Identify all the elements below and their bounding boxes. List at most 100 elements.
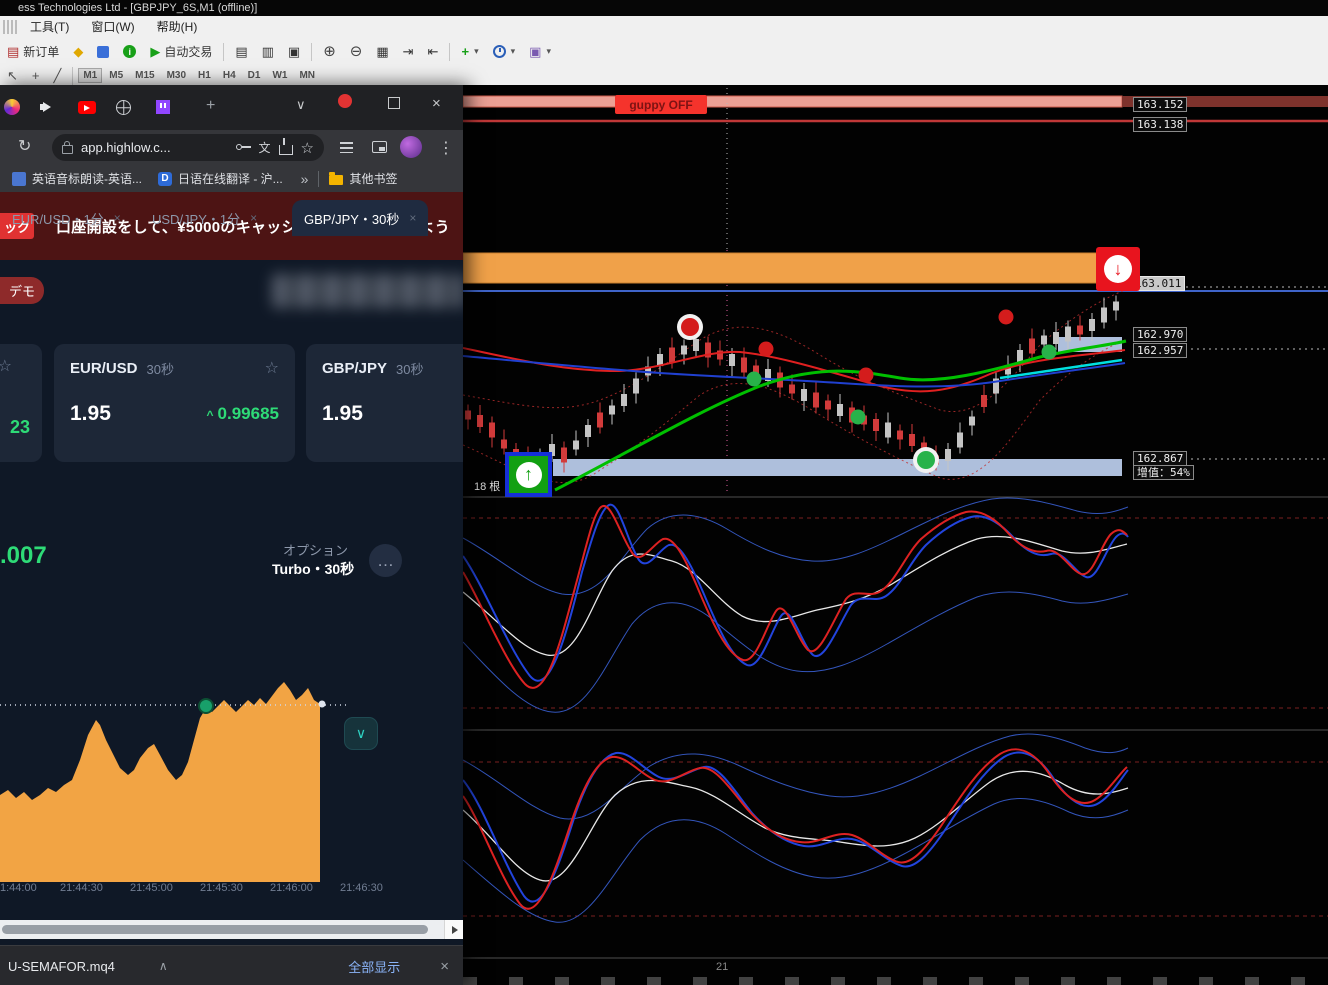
signal-button[interactable]: i bbox=[116, 40, 143, 64]
cascade-windows-button[interactable]: ▤ bbox=[228, 40, 254, 64]
scroll-down-button[interactable]: ∨ bbox=[344, 717, 378, 750]
timeframe-w1[interactable]: W1 bbox=[267, 68, 292, 83]
close-tab-icon[interactable]: × bbox=[114, 211, 121, 225]
profile-button[interactable] bbox=[400, 136, 422, 158]
timeframe-m30[interactable]: M30 bbox=[162, 68, 191, 83]
quote-value: 0.99685 bbox=[217, 404, 279, 423]
grid-button[interactable]: ▦ bbox=[369, 40, 395, 64]
bars-count-label: 18 根 bbox=[474, 481, 501, 493]
depth-button[interactable] bbox=[90, 40, 116, 64]
tab-twitch[interactable] bbox=[156, 100, 170, 114]
bookmark-star-icon[interactable]: ☆ bbox=[301, 139, 314, 157]
area-series bbox=[0, 682, 320, 882]
tab-website[interactable] bbox=[116, 100, 131, 115]
cursor-tool-button[interactable]: ↖ bbox=[0, 64, 25, 88]
tab-preview-button[interactable] bbox=[372, 141, 387, 153]
close-tab-icon[interactable]: × bbox=[409, 211, 416, 225]
close-tab-icon[interactable]: × bbox=[250, 211, 257, 225]
translate-icon[interactable]: 文 bbox=[259, 139, 271, 156]
timeframe-h4[interactable]: H4 bbox=[218, 68, 241, 83]
tab-preview-icon bbox=[372, 141, 387, 153]
menu-window[interactable]: 窗口(W) bbox=[80, 17, 145, 37]
clock-icon bbox=[492, 45, 506, 58]
bookmarks-overflow-button[interactable]: » bbox=[301, 171, 309, 187]
asset-card-eurusd[interactable]: EUR/USD 30秒 ☆ 1.95 ^ 0.99685 bbox=[54, 344, 295, 462]
scroll-right-button[interactable] bbox=[444, 920, 463, 939]
guppy-toggle-button[interactable]: guppy OFF bbox=[615, 95, 707, 114]
tab-label: USD/JPY・1分 bbox=[152, 211, 241, 227]
browser-menu-button[interactable]: ⋮ bbox=[438, 138, 454, 158]
bookmark-label: 英语音标朗读-英语... bbox=[32, 172, 142, 186]
templates-button[interactable]: ▣ ▾ bbox=[522, 40, 558, 64]
crosshair-tool-button[interactable]: + bbox=[25, 64, 47, 88]
buy-signal-marker: ↑ bbox=[505, 452, 552, 497]
position-tab-usdjpy[interactable]: USD/JPY・1分 × bbox=[140, 200, 269, 236]
favorite-star-icon[interactable]: ☆ bbox=[0, 356, 12, 376]
close-downloads-bar-button[interactable]: × bbox=[440, 958, 449, 975]
screen: ess Technologies Ltd - [GBPJPY_6S,M1 (of… bbox=[0, 0, 1328, 985]
window-caret-button[interactable]: ∨ bbox=[296, 97, 306, 113]
favorite-star-icon[interactable]: ☆ bbox=[265, 358, 279, 378]
time-label: 1:44:00 bbox=[0, 882, 37, 894]
notification-dot[interactable] bbox=[338, 94, 352, 108]
highlow-page: ック 口座開設をして、¥5000のキャッシュバックを獲得しよう デモ ☆ 23 … bbox=[0, 192, 463, 945]
zoom-in-button[interactable]: ⊕ bbox=[316, 40, 343, 64]
duration-label: 30秒 bbox=[146, 361, 174, 377]
scrollbar-thumb[interactable] bbox=[2, 925, 428, 934]
timeframe-d1[interactable]: D1 bbox=[243, 68, 266, 83]
mt4-window-title: ess Technologies Ltd - [GBPJPY_6S,M1 (of… bbox=[18, 2, 258, 14]
playlist-extension-button[interactable] bbox=[340, 142, 353, 153]
refresh-button[interactable]: ↻ bbox=[18, 136, 31, 156]
share-icon[interactable] bbox=[278, 138, 293, 155]
indicators-button[interactable]: + ▾ bbox=[454, 40, 485, 64]
menu-tools[interactable]: 工具(T) bbox=[19, 17, 80, 37]
other-bookmarks-label: 其他书签 bbox=[349, 172, 398, 186]
timeframe-m1[interactable]: M1 bbox=[78, 68, 103, 83]
menu-help[interactable]: 帮助(H) bbox=[146, 17, 209, 37]
globe-icon bbox=[116, 100, 131, 115]
address-bar[interactable]: app.highlow.c... 文 ☆ bbox=[52, 134, 324, 161]
resistance-band bbox=[463, 95, 1123, 108]
timeframe-mn[interactable]: MN bbox=[294, 68, 320, 83]
trendline-tool-button[interactable]: ╱ bbox=[47, 64, 69, 88]
maximize-button[interactable] bbox=[388, 97, 400, 109]
tab-speaker[interactable] bbox=[40, 101, 54, 113]
periods-button[interactable]: ▾ bbox=[486, 40, 523, 64]
position-tab-gbpjpy[interactable]: GBP/JPY・30秒 × bbox=[292, 200, 429, 236]
new-tab-button[interactable]: + bbox=[206, 98, 215, 114]
zoom-out-button[interactable]: ⊖ bbox=[343, 40, 370, 64]
other-bookmarks-button[interactable]: 其他书签 bbox=[329, 170, 397, 187]
password-key-icon[interactable] bbox=[235, 144, 251, 151]
auto-trading-button[interactable]: ▶ 自动交易 bbox=[143, 40, 219, 64]
alert-button[interactable]: ◆ bbox=[66, 40, 90, 64]
new-order-button[interactable]: ▤ 新订单 bbox=[0, 40, 66, 64]
asset-card-gbpjpy[interactable]: GBP/JPY 30秒 ☆ 1.95 ^ 16 bbox=[306, 344, 463, 462]
bookmark-item[interactable]: D 日语在线翻译 - 沪... bbox=[158, 170, 283, 187]
time-label: 21:45:30 bbox=[200, 882, 243, 894]
mt4-chart-canvas[interactable] bbox=[463, 85, 1328, 985]
asset-card-partial[interactable]: ☆ 23 bbox=[0, 344, 42, 462]
position-tab-eurusd[interactable]: EUR/USD・1分 × bbox=[0, 200, 133, 236]
close-window-button[interactable]: × bbox=[432, 95, 441, 112]
tab-youtube[interactable] bbox=[78, 101, 96, 114]
asset-quote: ^ 0.99685 bbox=[207, 404, 279, 424]
timeframe-h1[interactable]: H1 bbox=[193, 68, 216, 83]
download-file-name[interactable]: U-SEMAFOR.mq4 bbox=[8, 959, 115, 974]
download-expand-icon[interactable]: ∧ bbox=[159, 959, 168, 973]
browser-toolbar: ↻ app.highlow.c... 文 ☆ ⋮ bbox=[0, 130, 463, 165]
tile-vertical-button[interactable]: ▣ bbox=[281, 40, 307, 64]
bookmark-item[interactable]: 英语音标朗读-英语... bbox=[12, 170, 142, 187]
tile-horizontal-button[interactable]: ▥ bbox=[255, 40, 281, 64]
support-zone bbox=[553, 459, 1122, 476]
auto-scroll-button[interactable]: ⇤ bbox=[421, 40, 446, 64]
horizontal-scrollbar[interactable] bbox=[0, 920, 463, 939]
right-arrow-icon bbox=[451, 925, 458, 934]
timeframe-m15[interactable]: M15 bbox=[130, 68, 159, 83]
tab-instagram[interactable] bbox=[4, 99, 20, 115]
chart-shift-icon: ⇥ bbox=[402, 44, 414, 59]
demo-badge: デモ bbox=[0, 277, 44, 304]
timeframe-m5[interactable]: M5 bbox=[104, 68, 128, 83]
chart-shift-button[interactable]: ⇥ bbox=[396, 40, 421, 64]
show-all-downloads-button[interactable]: 全部显示 bbox=[348, 957, 400, 976]
chart-menu-button[interactable]: … bbox=[369, 544, 402, 577]
